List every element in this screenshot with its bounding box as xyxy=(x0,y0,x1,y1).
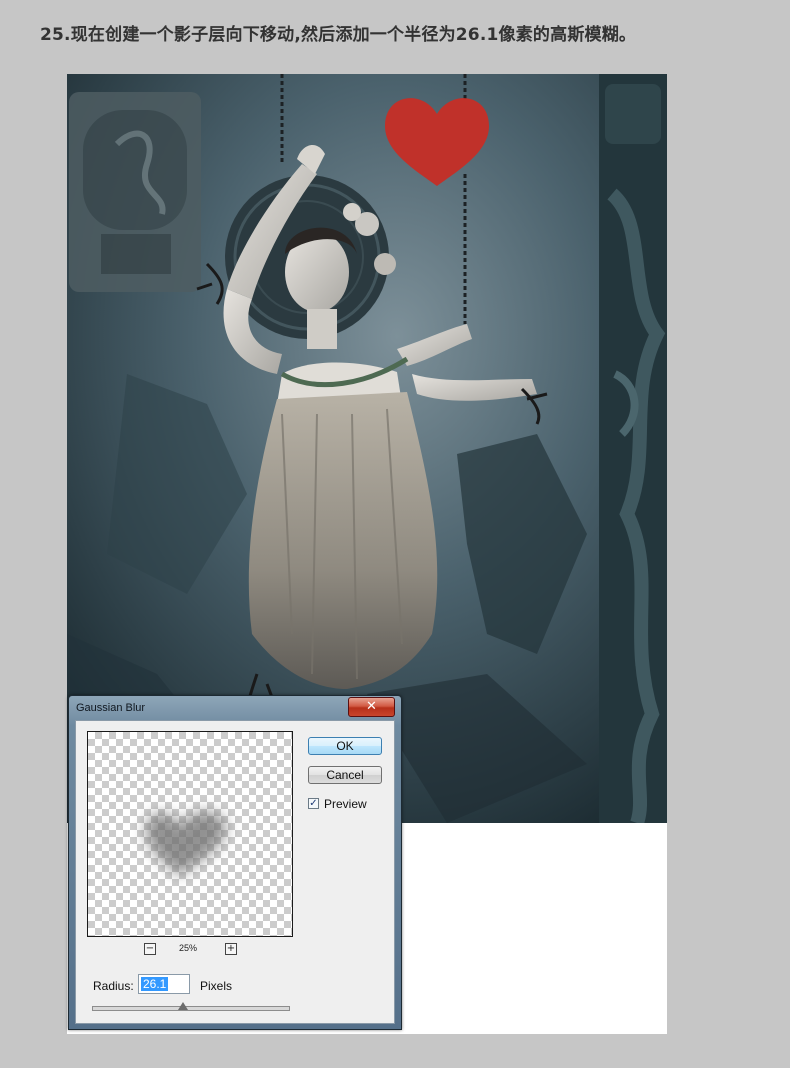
step-heading: 25.现在创建一个影子层向下移动,然后添加一个半径为26.1像素的高斯模糊。 xyxy=(40,25,637,45)
zoom-out-button[interactable]: − xyxy=(144,943,156,955)
preview-label[interactable]: Preview xyxy=(324,797,367,811)
preview-checkbox[interactable]: ✓ xyxy=(308,798,319,809)
dialog-title: Gaussian Blur xyxy=(76,702,146,714)
close-button[interactable]: ✕ xyxy=(348,697,395,717)
radius-value-selected: 26.1 xyxy=(141,977,169,991)
gaussian-blur-dialog: Gaussian Blur ✕ − 25% + OK Cancel ✓ Prev… xyxy=(68,695,402,1030)
plus-icon: + xyxy=(226,943,236,954)
radius-slider[interactable] xyxy=(92,1002,290,1011)
blur-preview[interactable] xyxy=(87,731,293,937)
dialog-body: − 25% + OK Cancel ✓ Preview Radius: 26.1… xyxy=(75,720,395,1024)
blurred-heart-shadow xyxy=(146,811,226,876)
minus-icon: − xyxy=(145,943,155,954)
zoom-level: 25% xyxy=(179,943,198,953)
radius-slider-thumb[interactable] xyxy=(178,1002,189,1010)
zoom-controls: − 25% + xyxy=(87,943,293,957)
dialog-titlebar[interactable]: Gaussian Blur ✕ xyxy=(69,696,401,720)
ok-button[interactable]: OK xyxy=(308,737,382,755)
close-icon: ✕ xyxy=(366,699,377,714)
radius-label: Radius: xyxy=(93,979,134,993)
radius-units-label: Pixels xyxy=(200,979,233,993)
cancel-button[interactable]: Cancel xyxy=(308,766,382,784)
zoom-in-button[interactable]: + xyxy=(225,943,237,955)
radius-input[interactable]: 26.1 xyxy=(138,974,190,994)
